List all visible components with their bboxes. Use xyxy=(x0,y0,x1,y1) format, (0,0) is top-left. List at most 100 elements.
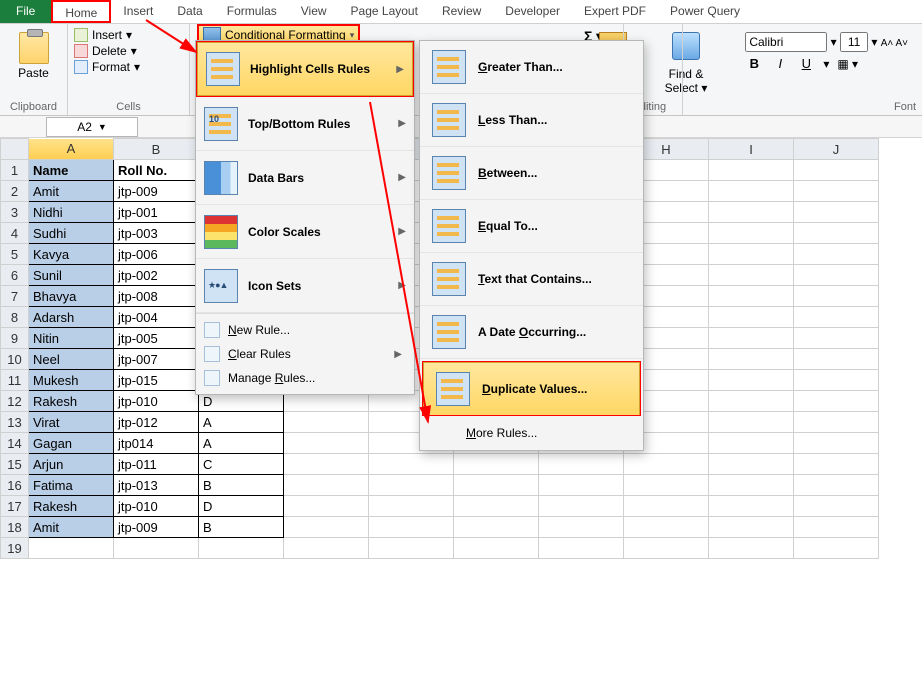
cell-F15[interactable] xyxy=(454,454,539,475)
cells-format[interactable]: Format ▾ xyxy=(74,60,183,74)
cell-B7[interactable]: jtp-008 xyxy=(114,286,199,307)
cell-J13[interactable] xyxy=(794,412,879,433)
cell-J14[interactable] xyxy=(794,433,879,454)
cell-A7[interactable]: Bhavya xyxy=(29,286,114,307)
col-header-B[interactable]: B xyxy=(114,139,199,160)
tab-developer[interactable]: Developer xyxy=(493,0,572,23)
cell-J17[interactable] xyxy=(794,496,879,517)
cell-I7[interactable] xyxy=(709,286,794,307)
name-box[interactable]: A2 ▼ xyxy=(46,117,138,137)
cell-C19[interactable] xyxy=(199,538,284,559)
cell-A17[interactable]: Rakesh xyxy=(29,496,114,517)
cell-H17[interactable] xyxy=(624,496,709,517)
row-header-2[interactable]: 2 xyxy=(1,181,29,202)
cell-H16[interactable] xyxy=(624,475,709,496)
cell-J6[interactable] xyxy=(794,265,879,286)
cell-J16[interactable] xyxy=(794,475,879,496)
col-header-J[interactable]: J xyxy=(794,139,879,160)
cell-I4[interactable] xyxy=(709,223,794,244)
cell-E16[interactable] xyxy=(369,475,454,496)
cell-B3[interactable]: jtp-001 xyxy=(114,202,199,223)
cf-data-bars[interactable]: Data Bars ▶ xyxy=(196,151,414,205)
cell-I3[interactable] xyxy=(709,202,794,223)
row-header-13[interactable]: 13 xyxy=(1,412,29,433)
cf-color-scales[interactable]: Color Scales ▶ xyxy=(196,205,414,259)
cell-I14[interactable] xyxy=(709,433,794,454)
col-header-I[interactable]: I xyxy=(709,139,794,160)
cell-A2[interactable]: Amit xyxy=(29,181,114,202)
tab-home[interactable]: Home xyxy=(51,0,111,23)
cell-C17[interactable]: D xyxy=(199,496,284,517)
cf-manage-rules[interactable]: Manage Rules... xyxy=(200,366,408,390)
cell-B17[interactable]: jtp-010 xyxy=(114,496,199,517)
cell-F17[interactable] xyxy=(454,496,539,517)
cell-B8[interactable]: jtp-004 xyxy=(114,307,199,328)
cell-A4[interactable]: Sudhi xyxy=(29,223,114,244)
cell-A15[interactable]: Arjun xyxy=(29,454,114,475)
cell-B19[interactable] xyxy=(114,538,199,559)
paste-button[interactable]: Paste xyxy=(6,28,61,84)
tab-insert[interactable]: Insert xyxy=(111,0,165,23)
cell-C14[interactable]: A xyxy=(199,433,284,454)
cell-J4[interactable] xyxy=(794,223,879,244)
cell-J1[interactable] xyxy=(794,160,879,181)
cell-J2[interactable] xyxy=(794,181,879,202)
cell-A13[interactable]: Virat xyxy=(29,412,114,433)
cell-B16[interactable]: jtp-013 xyxy=(114,475,199,496)
sub-date-occurring[interactable]: A Date Occurring... xyxy=(420,306,643,359)
sub-between[interactable]: Between... xyxy=(420,147,643,200)
cell-J15[interactable] xyxy=(794,454,879,475)
cell-A10[interactable]: Neel xyxy=(29,349,114,370)
cell-D15[interactable] xyxy=(284,454,369,475)
row-header-15[interactable]: 15 xyxy=(1,454,29,475)
tab-page-layout[interactable]: Page Layout xyxy=(339,0,430,23)
cell-A19[interactable] xyxy=(29,538,114,559)
cell-I5[interactable] xyxy=(709,244,794,265)
cell-F16[interactable] xyxy=(454,475,539,496)
cell-A1[interactable]: Name xyxy=(29,160,114,181)
cell-B5[interactable]: jtp-006 xyxy=(114,244,199,265)
row-header-14[interactable]: 14 xyxy=(1,433,29,454)
cell-I2[interactable] xyxy=(709,181,794,202)
cf-top-bottom-rules[interactable]: Top/Bottom Rules ▶ xyxy=(196,97,414,151)
cell-I1[interactable] xyxy=(709,160,794,181)
row-header-3[interactable]: 3 xyxy=(1,202,29,223)
cell-H19[interactable] xyxy=(624,538,709,559)
cell-I11[interactable] xyxy=(709,370,794,391)
row-header-4[interactable]: 4 xyxy=(1,223,29,244)
cf-highlight-cells-rules[interactable]: Highlight Cells Rules ▶ xyxy=(197,42,413,96)
row-header-6[interactable]: 6 xyxy=(1,265,29,286)
sub-equal-to[interactable]: Equal To... xyxy=(420,200,643,253)
cell-G16[interactable] xyxy=(539,475,624,496)
sub-duplicate-values[interactable]: Duplicate Values... xyxy=(423,362,640,415)
cell-A11[interactable]: Mukesh xyxy=(29,370,114,391)
cell-B14[interactable]: jtp014 xyxy=(114,433,199,454)
cell-G19[interactable] xyxy=(539,538,624,559)
cell-A5[interactable]: Kavya xyxy=(29,244,114,265)
cell-J3[interactable] xyxy=(794,202,879,223)
bold-button[interactable]: B xyxy=(745,56,763,71)
row-header-19[interactable]: 19 xyxy=(1,538,29,559)
col-header-A[interactable]: A xyxy=(29,139,114,160)
cell-D19[interactable] xyxy=(284,538,369,559)
cell-I12[interactable] xyxy=(709,391,794,412)
cell-E17[interactable] xyxy=(369,496,454,517)
cell-D14[interactable] xyxy=(284,433,369,454)
cell-A18[interactable]: Amit xyxy=(29,517,114,538)
cell-B11[interactable]: jtp-015 xyxy=(114,370,199,391)
cell-I18[interactable] xyxy=(709,517,794,538)
cell-I16[interactable] xyxy=(709,475,794,496)
cell-G15[interactable] xyxy=(539,454,624,475)
row-header-5[interactable]: 5 xyxy=(1,244,29,265)
cell-I6[interactable] xyxy=(709,265,794,286)
tab-view[interactable]: View xyxy=(289,0,339,23)
cells-insert[interactable]: Insert ▾ xyxy=(74,28,183,42)
cf-icon-sets[interactable]: Icon Sets ▶ xyxy=(196,259,414,313)
cell-C18[interactable]: B xyxy=(199,517,284,538)
tab-expert-pdf[interactable]: Expert PDF xyxy=(572,0,658,23)
cell-J11[interactable] xyxy=(794,370,879,391)
cell-E19[interactable] xyxy=(369,538,454,559)
sub-text-contains[interactable]: Text that Contains... xyxy=(420,253,643,306)
cell-E15[interactable] xyxy=(369,454,454,475)
cell-D16[interactable] xyxy=(284,475,369,496)
